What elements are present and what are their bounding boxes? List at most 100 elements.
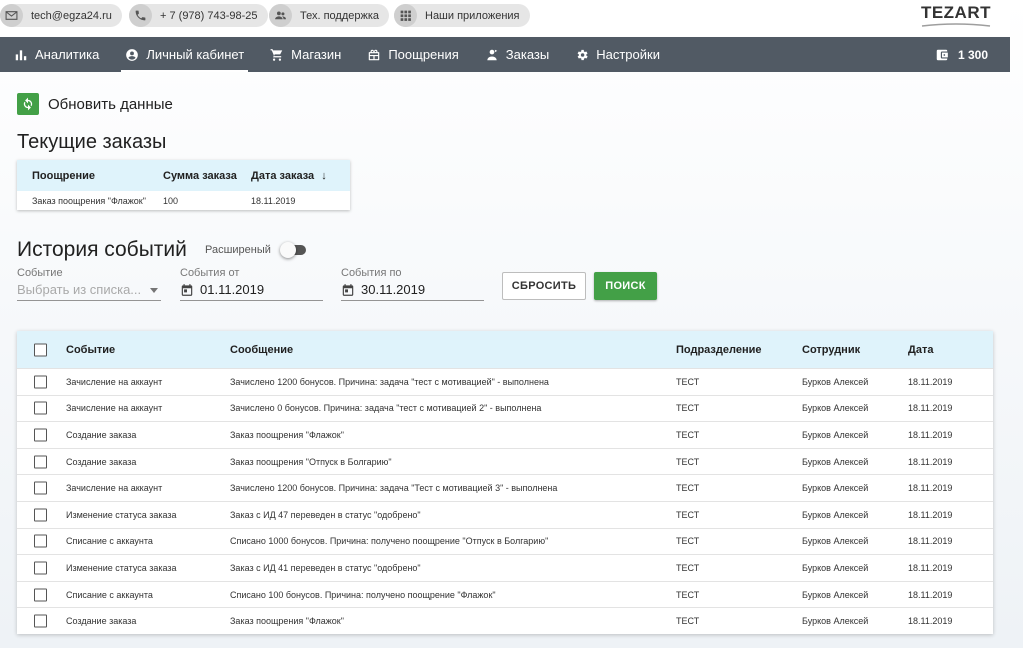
table-row[interactable]: Списание с аккаунта Списано 1000 бонусов.… [17, 527, 993, 555]
nav-personal-cabinet[interactable]: Личный кабинет [113, 37, 256, 72]
cell-employee: Бурков Алексей [802, 483, 869, 494]
cell-date: 18.11.2019 [908, 456, 953, 467]
table-row[interactable]: Заказ поощрения "Флажок" 100 18.11.2019 [17, 191, 350, 210]
nav-analytics-label: Аналитика [35, 47, 100, 62]
toggle-knob [280, 242, 296, 258]
cell-department: ТЕСТ [676, 589, 700, 600]
table-row[interactable]: Изменение статуса заказа Заказ с ИД 47 пе… [17, 500, 993, 528]
row-checkbox[interactable] [34, 588, 47, 602]
date-to-label: События по [341, 267, 402, 279]
balance-indicator[interactable]: 1 300 [935, 37, 988, 72]
search-button[interactable]: ПОИСК [594, 272, 657, 300]
contact-bar: tech@egza24.ru + 7 (978) 743-98-25 Тех. … [0, 0, 1010, 36]
col-reward[interactable]: Поощрение [32, 170, 95, 182]
table-row[interactable]: Создание заказа Заказ поощрения "Отпуск в… [17, 447, 993, 475]
cell-date: 18.11.2019 [908, 376, 953, 387]
event-select[interactable]: Выбрать из списка... [17, 279, 161, 301]
col-order-date[interactable]: Дата заказа ↓ [251, 170, 327, 182]
nav-rewards-label: Поощрения [388, 47, 459, 62]
dropdown-caret-icon [150, 288, 158, 293]
nav-rewards[interactable]: Поощрения [355, 37, 470, 72]
table-row[interactable]: Изменение статуса заказа Заказ с ИД 41 пе… [17, 554, 993, 581]
row-checkbox[interactable] [34, 401, 47, 415]
current-orders-table: Поощрение Сумма заказа Дата заказа ↓ Зак… [17, 160, 350, 210]
nav-settings-label: Настройки [596, 47, 660, 62]
col-event[interactable]: Событие [66, 344, 115, 356]
table-row[interactable]: Создание заказа Заказ поощрения "Флажок" Т… [17, 607, 993, 634]
col-date[interactable]: Дата [908, 344, 933, 356]
cell-date: 18.11.2019 [908, 562, 953, 573]
wallet-icon [936, 49, 948, 60]
reset-button[interactable]: СБРОСИТЬ [502, 272, 586, 300]
row-checkbox[interactable] [34, 428, 47, 442]
cell-message: Списано 1000 бонусов. Причина: получено … [230, 536, 549, 547]
gear-icon [577, 49, 588, 60]
col-order-sum[interactable]: Сумма заказа [163, 170, 237, 182]
col-message[interactable]: Сообщение [230, 344, 293, 356]
table-row[interactable]: Зачисление на аккаунт Зачислено 1200 бону… [17, 368, 993, 395]
cell-department: ТЕСТ [676, 562, 700, 573]
date-from-field[interactable]: 01.11.2019 [180, 279, 323, 301]
event-select-placeholder: Выбрать из списка... [17, 282, 142, 297]
row-checkbox[interactable] [34, 534, 47, 548]
nav-analytics[interactable]: Аналитика [0, 37, 111, 72]
refresh-button[interactable]: Обновить данные [17, 93, 173, 115]
row-checkbox[interactable] [34, 508, 47, 522]
cell-order-sum: 100 [163, 195, 179, 206]
col-department[interactable]: Подразделение [676, 344, 762, 356]
email-pill[interactable]: tech@egza24.ru [0, 4, 122, 27]
cell-department: ТЕСТ [676, 483, 700, 494]
cell-department: ТЕСТ [676, 536, 700, 547]
email-text: tech@egza24.ru [31, 9, 112, 22]
table-row[interactable]: Зачисление на аккаунт Зачислено 0 бонусов… [17, 394, 993, 422]
table-row[interactable]: Списание с аккаунта Списано 100 бонусов. … [17, 580, 993, 608]
extended-toggle[interactable] [280, 242, 306, 258]
row-checkbox[interactable] [34, 375, 47, 389]
cell-employee: Бурков Алексей [802, 562, 869, 573]
brand-logo[interactable]: TEZART [921, 3, 991, 23]
select-all-checkbox[interactable] [34, 343, 47, 356]
cell-event: Зачисление на аккаунт [66, 376, 163, 387]
sort-arrow-icon: ↓ [321, 169, 327, 182]
brand-swoosh-icon [921, 23, 991, 27]
row-checkbox[interactable] [34, 455, 47, 469]
row-checkbox[interactable] [34, 614, 47, 628]
cell-employee: Бурков Алексей [802, 536, 869, 547]
cell-date: 18.11.2019 [908, 509, 953, 520]
cell-employee: Бурков Алексей [802, 376, 869, 387]
date-from-value: 01.11.2019 [200, 282, 265, 297]
cell-order-date: 18.11.2019 [251, 195, 296, 206]
current-orders-title: Текущие заказы [17, 131, 167, 153]
date-to-field[interactable]: 30.11.2019 [341, 279, 484, 301]
cell-employee: Бурков Алексей [802, 456, 869, 467]
cell-message: Заказ с ИД 41 переведен в статус "одобре… [230, 562, 421, 573]
balance-value: 1 300 [957, 47, 988, 62]
calendar-icon [181, 283, 193, 296]
cart-icon [270, 48, 283, 61]
cell-message: Заказ поощрения "Отпуск в Болгарию" [230, 456, 392, 467]
cell-message: Списано 100 бонусов. Причина: получено п… [230, 589, 496, 600]
row-checkbox[interactable] [34, 561, 47, 575]
table-row[interactable]: Зачисление на аккаунт Зачислено 1200 бону… [17, 474, 993, 501]
table-row[interactable]: Создание заказа Заказ поощрения "Флажок" Т… [17, 421, 993, 448]
cell-message: Заказ с ИД 47 переведен в статус "одобре… [230, 509, 421, 520]
phone-pill[interactable]: + 7 (978) 743-98-25 [129, 4, 268, 27]
support-pill[interactable]: Тех. поддержка [269, 4, 390, 27]
col-order-date-label: Дата заказа [251, 169, 315, 182]
nav-orders[interactable]: Заказы [473, 37, 561, 72]
cell-event: Создание заказа [66, 616, 137, 627]
cell-event: Создание заказа [66, 456, 137, 467]
cell-department: ТЕСТ [676, 456, 700, 467]
nav-shop[interactable]: Магазин [258, 37, 353, 72]
events-table: Событие Сообщение Подразделение Сотрудни… [17, 331, 993, 634]
refresh-icon [17, 93, 39, 115]
cell-event: Зачисление на аккаунт [66, 483, 163, 494]
col-employee[interactable]: Сотрудник [802, 344, 860, 356]
row-checkbox[interactable] [34, 481, 47, 495]
nav-personal-cabinet-label: Личный кабинет [146, 47, 245, 62]
nav-settings[interactable]: Настройки [563, 37, 672, 72]
bar-chart-icon [15, 49, 27, 60]
apps-pill[interactable]: Наши приложения [394, 4, 530, 27]
user-orders-icon [487, 49, 498, 60]
mail-icon [0, 4, 23, 27]
